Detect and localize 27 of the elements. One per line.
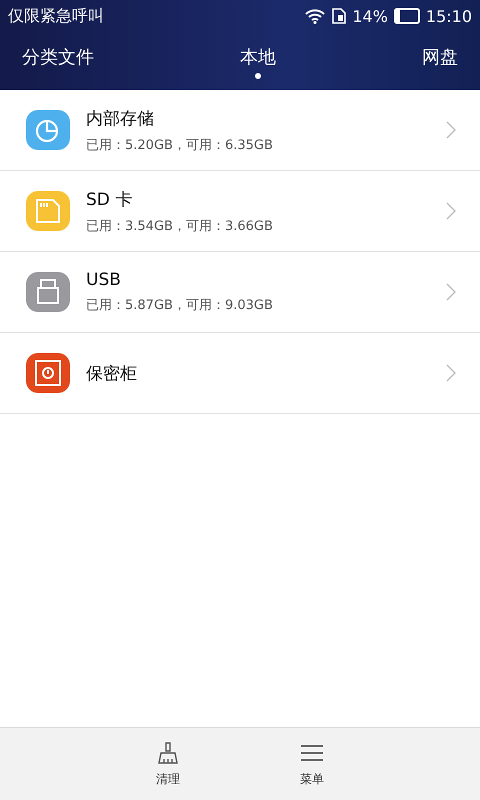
storage-title: USB	[86, 270, 122, 290]
storage-row[interactable]: USB 已用：5.87GB，可用：9.03GB	[0, 252, 480, 333]
battery-percentage: 14%	[352, 6, 388, 26]
status-text: 仅限紧急呼叫	[8, 6, 104, 26]
storage-usage: 已用：5.87GB，可用：9.03GB	[86, 297, 274, 314]
sim-card-icon	[332, 8, 346, 24]
wifi-icon	[304, 8, 326, 24]
clean-button[interactable]: 清理	[136, 728, 200, 800]
chevron-right-icon	[446, 202, 456, 220]
storage-row[interactable]: SD 卡 已用：3.54GB，可用：3.66GB	[0, 171, 480, 252]
tab[interactable]: 分类文件	[10, 41, 106, 81]
tab[interactable]: 本地	[228, 41, 288, 81]
broom-icon	[155, 740, 181, 764]
storage-usage: 已用：5.20GB，可用：6.35GB	[86, 136, 274, 154]
storage-title: 保密柜	[86, 362, 138, 384]
storage-usage: 已用：3.54GB，可用：3.66GB	[86, 218, 274, 234]
battery-icon	[394, 8, 420, 24]
storage-title: SD 卡	[86, 188, 134, 210]
clock: 15:10	[426, 6, 472, 26]
menu-button[interactable]: 菜单	[280, 728, 344, 800]
chevron-right-icon	[446, 283, 456, 301]
chevron-right-icon	[446, 121, 456, 139]
chevron-right-icon	[446, 364, 456, 382]
storage-row[interactable]: 保密柜	[0, 333, 480, 414]
storage-title: 内部存储	[86, 108, 155, 130]
tab[interactable]: 网盘	[410, 41, 470, 81]
storage-row[interactable]: 内部存储 已用：5.20GB，可用：6.35GB	[0, 90, 480, 171]
